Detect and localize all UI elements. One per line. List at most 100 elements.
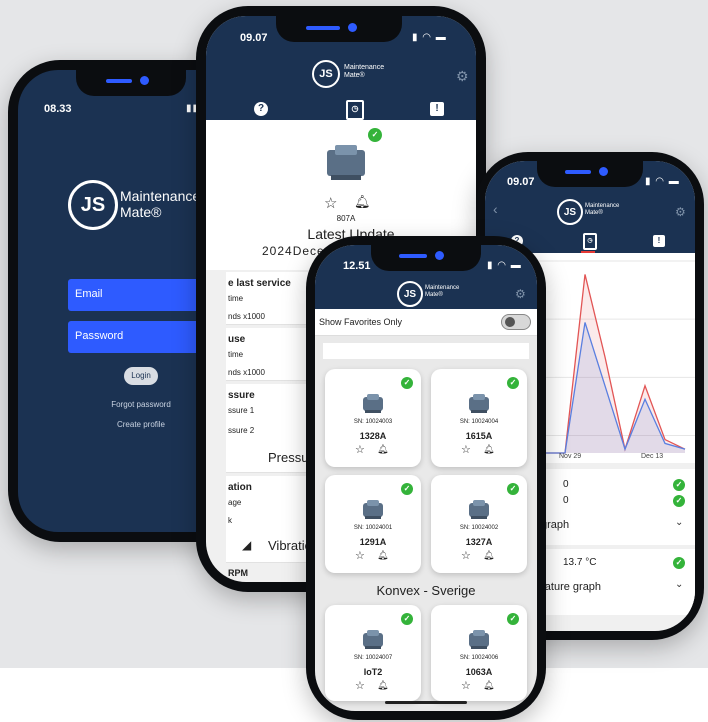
product-image: [363, 394, 383, 414]
brand-name: Maintenance Mate®: [120, 188, 201, 221]
js-logo-icon: JS: [397, 281, 423, 307]
product-name: 1063A: [465, 667, 493, 677]
notification-bell-icon[interactable]: 🔔︎: [377, 680, 388, 691]
js-logo-icon: JS: [557, 199, 583, 225]
product-card[interactable]: ✓ SN: 10024002 1327A ☆ 🔔︎: [431, 475, 527, 573]
x-tick-label: Nov 29: [559, 453, 582, 460]
list-screen: 12.51 ▮ ◠ ▬ JS Maintenance Mate® ⚙ Show …: [315, 245, 537, 711]
js-logo-icon: JS: [68, 180, 118, 230]
brand-name: Maintenance Mate®: [585, 203, 620, 216]
product-name: 1327A: [465, 537, 493, 547]
serial-number: SN: 10024004: [459, 419, 499, 425]
favorite-star-icon[interactable]: ☆: [355, 549, 365, 562]
signal-battery-icon: ▮ ◠ ▬: [412, 32, 447, 43]
clipboard-clock-icon[interactable]: ◷: [346, 100, 364, 120]
serial-number: SN: 10024001: [353, 525, 393, 531]
product-card[interactable]: ✓ SN: 10024007 IoT2 ☆ 🔔︎: [325, 605, 421, 701]
product-image: [327, 144, 365, 180]
chevron-down-icon[interactable]: ⌄: [675, 579, 683, 590]
status-ok-icon: ✓: [507, 613, 519, 625]
notch: [537, 161, 643, 187]
brand-name: Maintenance Mate®: [425, 285, 460, 298]
product-name: 1291A: [359, 537, 387, 547]
status-time: 09.07: [240, 32, 268, 44]
serial-number: SN: 10024007: [353, 655, 393, 661]
gear-icon[interactable]: ⚙: [456, 68, 469, 85]
favorite-star-icon[interactable]: ☆: [461, 443, 471, 456]
product-image: [469, 630, 489, 650]
login-button[interactable]: Login: [124, 367, 158, 385]
product-name: 1615A: [465, 431, 493, 441]
favorite-star-icon[interactable]: ☆: [355, 679, 365, 692]
notch: [76, 70, 186, 96]
product-card[interactable]: ✓ SN: 10024001 1291A ☆ 🔔︎: [325, 475, 421, 573]
group-title: Konvex - Sverige: [376, 583, 476, 598]
notification-bell-icon[interactable]: 🔔︎: [354, 194, 371, 210]
notification-bell-icon[interactable]: 🔔︎: [377, 550, 388, 561]
show-favorites-label: Show Favorites Only: [319, 317, 403, 327]
phone-list: 12.51 ▮ ◠ ▬ JS Maintenance Mate® ⚙ Show …: [306, 236, 546, 720]
favorite-star-icon[interactable]: ☆: [461, 549, 471, 562]
serial-number: SN: 10024003: [353, 419, 393, 425]
serial-number: SN: 10024006: [459, 655, 499, 661]
forgot-password-link[interactable]: Forgot password: [78, 400, 204, 409]
alert-icon[interactable]: !: [430, 102, 444, 116]
value-1: 0: [563, 479, 569, 490]
product-image: [363, 500, 383, 520]
product-image: [469, 500, 489, 520]
notification-bell-icon[interactable]: 🔔︎: [377, 444, 388, 455]
favorite-star-icon[interactable]: ☆: [324, 194, 337, 212]
create-profile-link[interactable]: Create profile: [78, 420, 204, 429]
clipboard-clock-icon[interactable]: ◷: [583, 233, 597, 250]
favorites-toggle[interactable]: [501, 314, 531, 330]
product-name: 1328A: [359, 431, 387, 441]
serial-number: SN: 10024002: [459, 525, 499, 531]
notch: [371, 245, 481, 271]
series-area: [545, 322, 685, 453]
back-arrow-icon[interactable]: ‹: [493, 201, 498, 217]
notification-bell-icon[interactable]: 🔔︎: [483, 550, 494, 561]
status-ok-icon: ✓: [507, 483, 519, 495]
password-placeholder: Password: [75, 330, 124, 342]
signal-battery-icon: ▮ ◠ ▬: [487, 260, 522, 271]
status-ok-icon: ✓: [368, 128, 382, 142]
temperature-value: 13.7 °C: [563, 557, 597, 568]
status-time: 09.07: [507, 176, 535, 188]
status-ok-icon: ✓: [507, 377, 519, 389]
favorite-star-icon[interactable]: ☆: [461, 679, 471, 692]
email-field[interactable]: Email ✉: [68, 279, 212, 311]
status-ok-icon: ✓: [401, 377, 413, 389]
product-card[interactable]: ✓ SN: 10024004 1615A ☆ 🔔︎: [431, 369, 527, 467]
product-name: 807A: [336, 214, 356, 223]
spacer-bar: [323, 343, 529, 359]
product-name: IoT2: [363, 667, 383, 677]
notification-bell-icon[interactable]: 🔔︎: [483, 680, 494, 691]
rpm-label: RPM: [228, 568, 248, 578]
notification-bell-icon[interactable]: 🔔︎: [483, 444, 494, 455]
status-ok-icon: ✓: [673, 557, 685, 569]
product-image: [363, 630, 383, 650]
signal-battery-icon: ▮ ◠ ▬: [645, 176, 680, 187]
status-ok-icon: ✓: [401, 483, 413, 495]
gear-icon[interactable]: ⚙: [515, 287, 526, 301]
help-icon[interactable]: ?: [254, 102, 268, 116]
status-time: 08.33: [44, 103, 72, 115]
status-ok-icon: ✓: [401, 613, 413, 625]
status-ok-icon: ✓: [673, 495, 685, 507]
brand-name: Maintenance Mate®: [344, 64, 385, 80]
favorite-star-icon[interactable]: ☆: [355, 443, 365, 456]
js-logo-icon: JS: [312, 60, 340, 88]
product-card[interactable]: ✓ SN: 10024003 1328A ☆ 🔔︎: [325, 369, 421, 467]
home-indicator: [385, 701, 467, 704]
product-card[interactable]: ✓ SN: 10024006 1063A ☆ 🔔︎: [431, 605, 527, 701]
product-image: [469, 394, 489, 414]
status-ok-icon: ✓: [673, 479, 685, 491]
x-tick-label: Dec 13: [641, 453, 664, 460]
chevron-down-icon[interactable]: ⌄: [675, 517, 683, 528]
email-placeholder: Email: [75, 288, 103, 300]
gear-icon[interactable]: ⚙: [675, 205, 686, 219]
password-field[interactable]: Password 🔒︎: [68, 321, 212, 353]
notch: [276, 16, 402, 42]
alert-icon[interactable]: !: [653, 235, 665, 247]
graph-icon: ◢: [242, 538, 252, 552]
